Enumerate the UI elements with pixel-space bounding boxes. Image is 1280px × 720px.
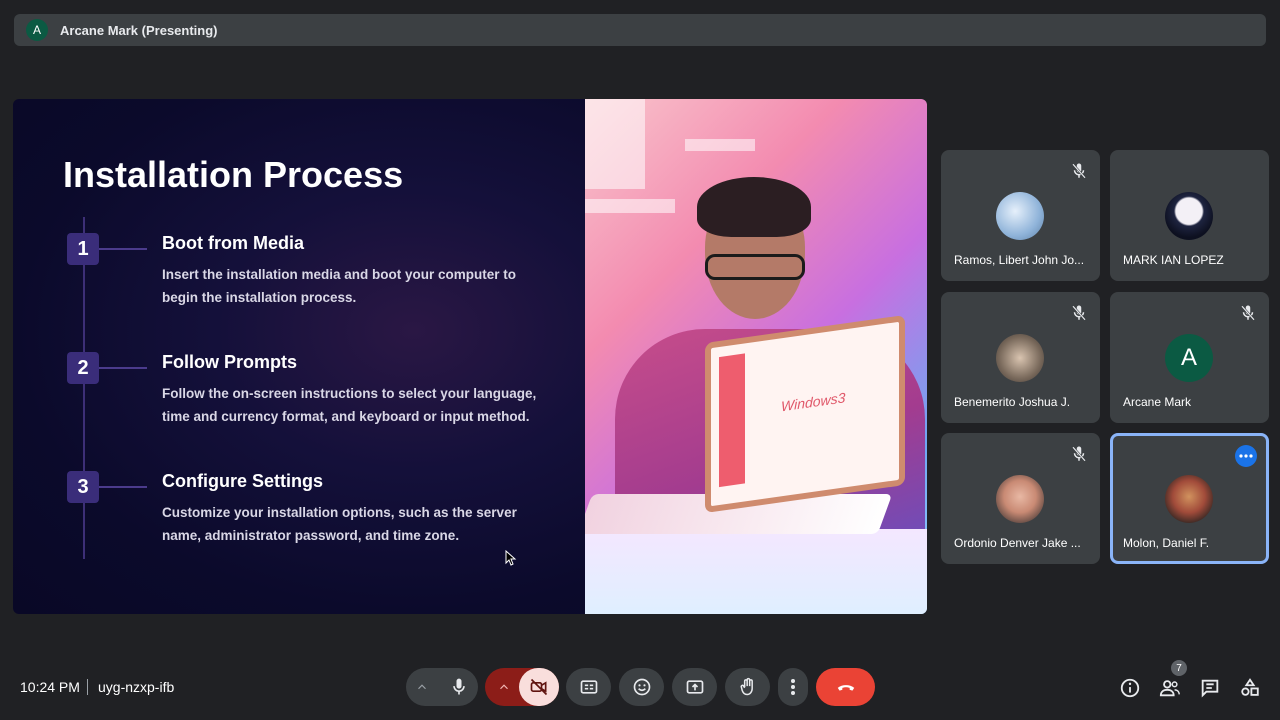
- participant-count-badge: 7: [1171, 660, 1187, 676]
- reactions-button[interactable]: [619, 668, 664, 706]
- step-connector: [99, 367, 147, 369]
- desk: [585, 529, 927, 614]
- participant-tile[interactable]: MARK IAN LOPEZ: [1110, 150, 1269, 281]
- person-hair: [697, 177, 811, 237]
- participant-name: Arcane Mark: [1123, 395, 1192, 409]
- participant-tile[interactable]: A Arcane Mark: [1110, 292, 1269, 423]
- chat-icon[interactable]: [1199, 677, 1221, 699]
- info-icon[interactable]: [1119, 677, 1141, 699]
- participant-tile-active[interactable]: Molon, Daniel F.: [1110, 433, 1269, 564]
- mic-off-icon: [1072, 163, 1086, 179]
- presenter-label: Arcane Mark (Presenting): [60, 22, 218, 38]
- camera-control-group: [485, 668, 559, 706]
- people-icon[interactable]: [1159, 677, 1181, 699]
- participant-name: Benemerito Joshua J.: [954, 395, 1071, 409]
- step-1: 1 Boot from Media Insert the installatio…: [13, 228, 585, 338]
- raise-hand-button[interactable]: [725, 668, 770, 706]
- mic-control-group: [406, 668, 478, 706]
- mic-off-icon: [1072, 305, 1086, 321]
- mic-off-icon: [1241, 305, 1255, 321]
- window-light: [585, 99, 645, 189]
- step-title: Boot from Media: [162, 233, 304, 253]
- step-number: 1: [67, 233, 99, 265]
- meeting-code: uyg-nzxp-ifb: [98, 679, 175, 695]
- chevron-up-icon[interactable]: [497, 680, 511, 694]
- mic-off-icon: [1072, 446, 1086, 462]
- participant-name: Ramos, Libert John Jo...: [954, 253, 1085, 267]
- laptop-screen: Windows3: [705, 314, 905, 514]
- participant-name: MARK IAN LOPEZ: [1123, 253, 1224, 267]
- clock: 10:24 PM: [20, 679, 80, 695]
- participant-tile[interactable]: Ordonio Denver Jake ...: [941, 433, 1100, 564]
- participant-avatar: [1165, 475, 1213, 523]
- participant-avatar: A: [1165, 334, 1213, 382]
- glasses: [705, 254, 805, 280]
- microphone-icon[interactable]: [449, 677, 469, 697]
- step-description: Insert the installation media and boot y…: [162, 267, 517, 305]
- captions-button[interactable]: [566, 668, 611, 706]
- ceiling-light: [685, 139, 755, 151]
- mouse-cursor-icon: [505, 550, 517, 566]
- step-number: 3: [67, 471, 99, 503]
- participant-name: Molon, Daniel F.: [1123, 536, 1210, 550]
- activities-icon[interactable]: [1239, 677, 1261, 699]
- step-connector: [99, 248, 147, 250]
- emoji-icon: [633, 678, 650, 696]
- step-connector: [99, 486, 147, 488]
- participant-tile[interactable]: Benemerito Joshua J.: [941, 292, 1100, 423]
- laptop-sidebar: [719, 353, 745, 488]
- slide-illustration: Windows3: [585, 99, 927, 614]
- present-screen-button[interactable]: [672, 668, 717, 706]
- step-title: Follow Prompts: [162, 352, 297, 372]
- chevron-up-icon[interactable]: [415, 680, 429, 694]
- step-title: Configure Settings: [162, 471, 323, 491]
- laptop-screen-text: Windows3: [781, 389, 846, 415]
- step-number: 2: [67, 352, 99, 384]
- step-description: Follow the on-screen instructions to sel…: [162, 386, 537, 424]
- shared-slide: Installation Process 1 Boot from Media I…: [13, 99, 927, 614]
- ceiling-light: [585, 199, 675, 213]
- participant-avatar: [996, 192, 1044, 240]
- more-vert-icon: [791, 679, 795, 695]
- presenter-avatar: A: [26, 19, 48, 41]
- participant-avatar: [996, 334, 1044, 382]
- participant-name: Ordonio Denver Jake ...: [954, 536, 1081, 550]
- participant-tile[interactable]: Ramos, Libert John Jo...: [941, 150, 1100, 281]
- slide-content: Installation Process 1 Boot from Media I…: [13, 99, 585, 614]
- more-options-button[interactable]: [778, 668, 808, 706]
- more-options-icon[interactable]: [1235, 445, 1257, 467]
- end-call-button[interactable]: [816, 668, 875, 706]
- present-screen-icon: [686, 680, 703, 694]
- step-3: 3 Configure Settings Customize your inst…: [13, 466, 585, 576]
- participant-avatar: [996, 475, 1044, 523]
- closed-captions-icon: [580, 680, 597, 694]
- participant-avatar: [1165, 192, 1213, 240]
- camera-off-icon: [530, 678, 548, 696]
- hang-up-icon: [837, 685, 854, 691]
- presenter-bar: A Arcane Mark (Presenting): [14, 14, 1266, 46]
- step-description: Customize your installation options, suc…: [162, 505, 517, 543]
- camera-off-button[interactable]: [519, 668, 559, 706]
- slide-title: Installation Process: [63, 154, 404, 195]
- hand-icon: [740, 677, 753, 696]
- step-2: 2 Follow Prompts Follow the on-screen in…: [13, 347, 585, 457]
- footer-divider: [87, 679, 88, 695]
